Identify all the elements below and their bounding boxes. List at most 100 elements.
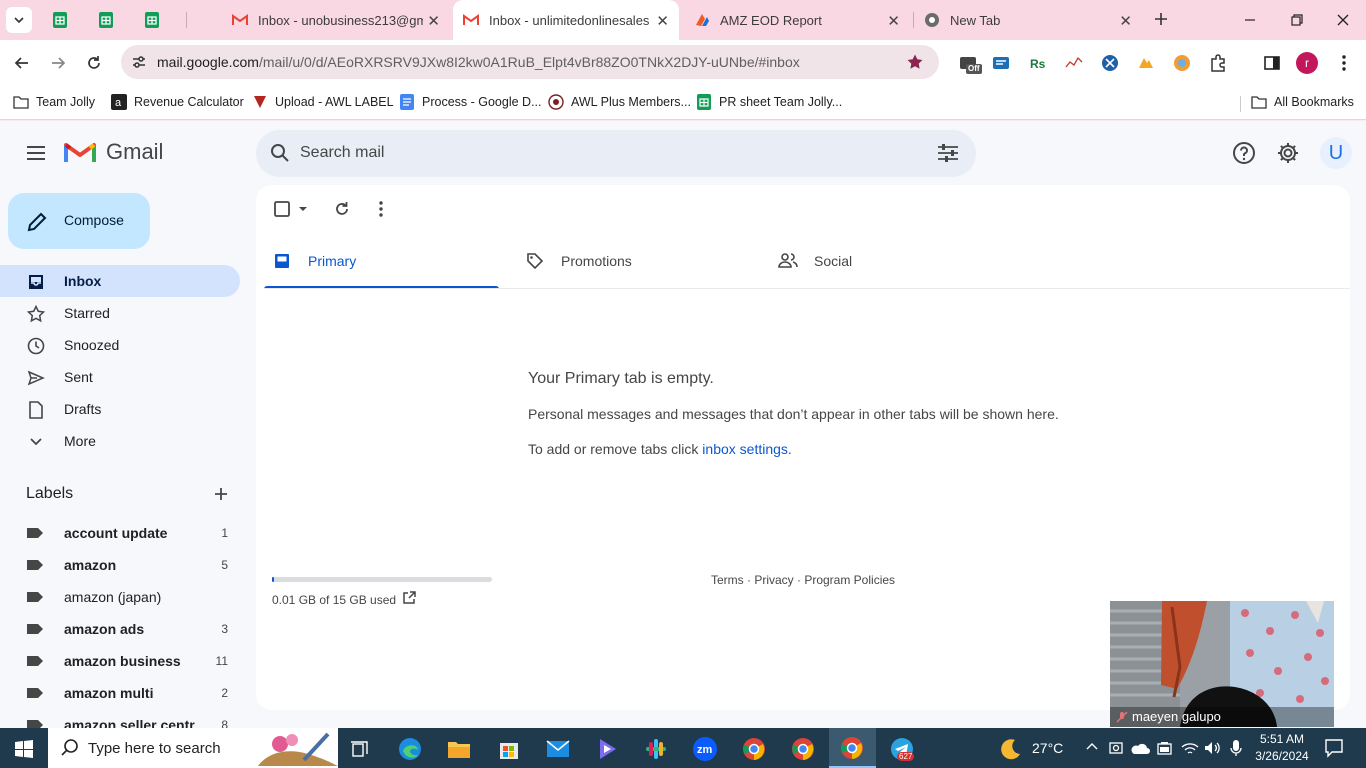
taskbar-chrome-2[interactable] bbox=[790, 736, 816, 762]
tab-inbox-unlimited[interactable]: Inbox - unlimitedonlinesalesll ✕ bbox=[453, 0, 679, 40]
nav-item-starred[interactable]: Starred bbox=[0, 297, 240, 329]
bookmark-upload-awl-label[interactable]: Upload - AWL LABEL bbox=[252, 92, 394, 112]
extension-scout-button[interactable] bbox=[1135, 52, 1157, 74]
start-button[interactable] bbox=[11, 736, 37, 762]
settings-button[interactable] bbox=[1276, 141, 1300, 165]
bookmark-team-jolly[interactable]: Team Jolly bbox=[13, 92, 95, 112]
extension-off-button[interactable]: Off bbox=[958, 52, 982, 74]
weather-widget[interactable] bbox=[998, 736, 1024, 762]
pinned-tab-sheets-3[interactable] bbox=[139, 7, 165, 33]
tab-search-button[interactable] bbox=[6, 7, 32, 33]
label-item[interactable]: amazon business 11 bbox=[0, 645, 240, 677]
label-count: 1 bbox=[221, 526, 228, 540]
clock[interactable]: 5:51 AM 3/26/2024 bbox=[1252, 731, 1312, 765]
notifications-button[interactable] bbox=[1324, 738, 1344, 758]
tab-new-tab[interactable]: New Tab ✕ bbox=[916, 0, 1142, 40]
nav-item-snoozed[interactable]: Snoozed bbox=[0, 329, 240, 361]
profile-avatar-button[interactable]: r bbox=[1296, 52, 1318, 74]
taskbar-file-explorer[interactable] bbox=[446, 736, 472, 762]
taskbar-zoom[interactable]: zm bbox=[692, 736, 718, 762]
bookmark-pr-sheet-team-jolly[interactable]: PR sheet Team Jolly... bbox=[696, 92, 842, 112]
extension-fba-button[interactable] bbox=[990, 52, 1012, 74]
label-item[interactable]: amazon multi 2 bbox=[0, 677, 240, 709]
label-item[interactable]: amazon 5 bbox=[0, 549, 240, 581]
bookmark-revenue-calculator[interactable]: a Revenue Calculator bbox=[111, 92, 244, 112]
browser-menu-button[interactable] bbox=[1333, 52, 1355, 74]
taskbar-chrome-active[interactable] bbox=[829, 728, 876, 768]
search-options-icon[interactable] bbox=[937, 143, 959, 163]
wifi-icon[interactable] bbox=[1181, 740, 1199, 756]
battery-icon[interactable] bbox=[1156, 740, 1174, 756]
nav-item-more[interactable]: More bbox=[0, 425, 240, 457]
task-view-button[interactable] bbox=[347, 736, 373, 762]
account-avatar[interactable]: U bbox=[1320, 137, 1352, 169]
site-info-icon[interactable] bbox=[131, 54, 147, 70]
close-icon[interactable]: ✕ bbox=[656, 12, 669, 30]
close-icon[interactable]: ✕ bbox=[887, 12, 900, 30]
label-item[interactable]: account update 1 bbox=[0, 517, 240, 549]
gmail-logo[interactable]: Gmail bbox=[64, 139, 163, 165]
compose-button[interactable]: Compose bbox=[8, 193, 150, 249]
tab-primary[interactable]: Primary bbox=[264, 237, 499, 289]
tab-social[interactable]: Social bbox=[768, 237, 1008, 289]
onedrive-icon[interactable] bbox=[1130, 741, 1150, 755]
search-bar[interactable]: Search mail bbox=[256, 130, 976, 177]
close-window-button[interactable] bbox=[1335, 12, 1351, 28]
all-bookmarks-button[interactable]: All Bookmarks bbox=[1251, 92, 1354, 112]
manage-storage-link[interactable] bbox=[402, 591, 416, 605]
restore-button[interactable] bbox=[1289, 12, 1305, 28]
webcam-overlay[interactable]: maeyen galupo bbox=[1110, 601, 1334, 727]
inbox-settings-link[interactable]: inbox settings bbox=[702, 441, 788, 457]
taskbar-edge[interactable] bbox=[397, 736, 423, 762]
select-all-checkbox[interactable] bbox=[274, 201, 308, 217]
taskbar-video-editor[interactable] bbox=[594, 736, 620, 762]
address-bar[interactable]: mail.google.com/mail/u/0/d/AEoRXRSRV9JXw… bbox=[121, 45, 939, 79]
footer-links[interactable]: Terms · Privacy · Program Policies bbox=[711, 573, 895, 587]
nav-item-drafts[interactable]: Drafts bbox=[0, 393, 240, 425]
help-button[interactable] bbox=[1232, 141, 1256, 165]
close-icon[interactable]: ✕ bbox=[1119, 12, 1132, 30]
taskbar-telegram[interactable]: 627 bbox=[889, 736, 915, 762]
microphone-icon[interactable] bbox=[1229, 739, 1243, 757]
taskbar-mail[interactable] bbox=[545, 736, 571, 762]
tab-promotions[interactable]: Promotions bbox=[514, 237, 754, 289]
back-button[interactable] bbox=[11, 52, 33, 74]
taskbar-slack[interactable] bbox=[643, 736, 669, 762]
taskbar-chrome-1[interactable] bbox=[741, 736, 767, 762]
extension-orb-button[interactable] bbox=[1171, 52, 1193, 74]
search-icon[interactable] bbox=[270, 143, 290, 163]
taskbar-search-input[interactable]: Type here to search bbox=[88, 740, 221, 757]
minimize-button[interactable] bbox=[1242, 12, 1258, 28]
tab-inbox-unobusiness[interactable]: Inbox - unobusiness213@gma ✕ bbox=[222, 0, 450, 40]
nav-item-inbox[interactable]: Inbox bbox=[0, 265, 240, 297]
side-panel-button[interactable] bbox=[1261, 52, 1283, 74]
tray-device-icon[interactable] bbox=[1109, 740, 1123, 756]
bookmark-star-button[interactable] bbox=[906, 53, 924, 71]
label-item[interactable]: amazon ads 3 bbox=[0, 613, 240, 645]
taskbar-store[interactable] bbox=[496, 736, 522, 762]
show-hidden-icons-button[interactable] bbox=[1085, 740, 1099, 754]
label-item[interactable]: amazon (japan) bbox=[0, 581, 240, 613]
extension-graph-button[interactable] bbox=[1063, 52, 1085, 74]
volume-icon[interactable] bbox=[1203, 740, 1221, 756]
bookmark-awl-plus-members[interactable]: AWL Plus Members... bbox=[548, 92, 691, 112]
tab-amz-eod-report[interactable]: AMZ EOD Report ✕ bbox=[684, 0, 910, 40]
new-tab-button[interactable] bbox=[1152, 10, 1170, 28]
main-menu-button[interactable] bbox=[24, 141, 48, 165]
extension-network-button[interactable] bbox=[1099, 52, 1121, 74]
pinned-tab-sheets-1[interactable] bbox=[47, 7, 73, 33]
pinned-tab-sheets-2[interactable] bbox=[93, 7, 119, 33]
chrome-icon bbox=[925, 13, 939, 27]
more-actions-button[interactable] bbox=[378, 200, 384, 218]
search-input[interactable]: Search mail bbox=[300, 144, 384, 162]
extensions-menu-button[interactable] bbox=[1207, 52, 1229, 74]
extension-rs-button[interactable]: Rs bbox=[1027, 52, 1049, 74]
create-label-button[interactable] bbox=[212, 485, 230, 503]
taskbar-search-box[interactable]: Type here to search bbox=[48, 728, 338, 768]
forward-button[interactable] bbox=[47, 52, 69, 74]
nav-item-sent[interactable]: Sent bbox=[0, 361, 240, 393]
reload-button[interactable] bbox=[83, 52, 105, 74]
close-icon[interactable]: ✕ bbox=[427, 12, 440, 30]
refresh-button[interactable] bbox=[333, 200, 351, 218]
bookmark-process-google-docs[interactable]: Process - Google D... bbox=[399, 92, 542, 112]
